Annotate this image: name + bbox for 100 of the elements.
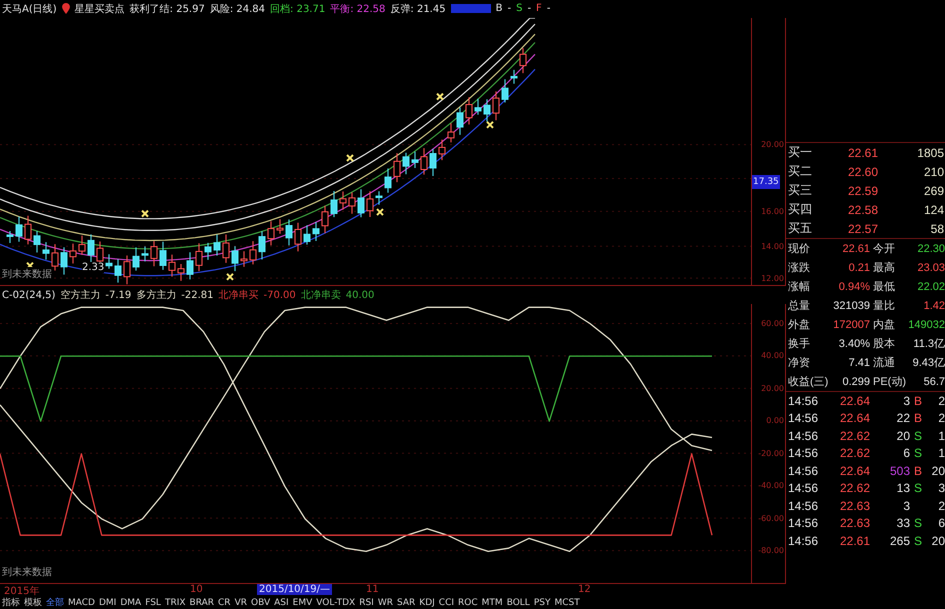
quote-label: 换手: [787, 337, 811, 351]
trade-count: 1: [937, 428, 945, 443]
quote-label: 今开: [872, 242, 896, 256]
legend-value: 40.00: [346, 290, 374, 301]
trade-price: 22.63: [838, 516, 870, 530]
signal-label: -: [507, 3, 512, 14]
indicator-tab[interactable]: BRAR: [190, 597, 214, 609]
chart-note: 到未来数据: [2, 267, 52, 282]
trade-price: 22.62: [838, 446, 870, 460]
x-marker-icon: [141, 210, 149, 218]
trade-count: 20: [930, 534, 945, 548]
indicator-tab[interactable]: SAR: [397, 597, 416, 609]
indicator-tab[interactable]: 指标: [2, 597, 20, 609]
indicator-tab[interactable]: TRIX: [164, 597, 186, 609]
indicator-tab[interactable]: 全部: [46, 597, 64, 609]
indicator-tab[interactable]: MACD: [68, 597, 95, 609]
quote-value: 11.3亿: [912, 337, 945, 351]
trade-volume: 13: [896, 481, 910, 496]
quote-label: 外盘: [787, 318, 811, 332]
trade-time: 14:56: [787, 516, 820, 530]
bid-price: 22.58: [846, 202, 878, 216]
trade-count: 2: [937, 394, 945, 408]
trade-time: 14:56: [787, 446, 820, 460]
price-axis-label: 17.35: [752, 174, 780, 189]
bid-volume: 1805: [916, 146, 945, 160]
chart-note: 到未来数据: [2, 565, 52, 580]
trade-price: 22.63: [838, 498, 870, 513]
price-axis-label: 12.00: [761, 272, 784, 285]
indicator-tab[interactable]: CR: [218, 597, 231, 609]
trade-count: 2: [937, 498, 945, 513]
quote-value: 56.7: [922, 376, 945, 388]
value-axis-label: -60.00: [758, 512, 784, 525]
legend-value: -70.00: [264, 290, 296, 301]
indicator-tab[interactable]: VOL-TDX: [316, 597, 356, 609]
indicator-value: 反弹: 21.45: [390, 2, 446, 16]
quote-value: 7.41: [848, 356, 870, 368]
value-axis-label: 20.00: [761, 382, 784, 395]
quote-label: 净资: [787, 356, 811, 370]
trade-side: B: [914, 464, 922, 478]
indicator-tab[interactable]: PSY: [534, 597, 550, 609]
quote-value: 0.299: [841, 376, 870, 388]
signal-label: -: [546, 3, 550, 14]
value-axis-label: -40.00: [758, 480, 784, 492]
quote-value: 321039: [832, 300, 870, 312]
indicator-tab[interactable]: DMA: [120, 597, 142, 609]
bid-price: 22.59: [846, 184, 878, 198]
price-axis-label: 16.00: [761, 206, 784, 218]
indicator-tab[interactable]: MTM: [482, 597, 503, 609]
trade-price: 22.61: [838, 534, 870, 548]
trade-time: 14:56: [787, 481, 820, 496]
low-price-label: 2.33: [82, 262, 104, 273]
trade-side: S: [914, 534, 922, 548]
value-axis-label: 60.00: [761, 318, 784, 330]
indicator-tab[interactable]: BOLL: [506, 597, 530, 609]
indicator-tab[interactable]: DMI: [98, 597, 116, 609]
date-label: 10: [190, 584, 203, 596]
indicator-tab[interactable]: 模板: [24, 597, 42, 609]
trade-time: 14:56: [787, 464, 820, 478]
trade-time: 14:56: [787, 534, 820, 548]
indicator-tab[interactable]: EMV: [292, 597, 312, 609]
trade-count: 20: [930, 464, 945, 478]
quote-label: 内盘: [872, 318, 896, 332]
indicator-tab[interactable]: CCI: [438, 597, 454, 609]
indicator-tab[interactable]: FSL: [145, 597, 161, 609]
indicator-tab[interactable]: RSI: [359, 597, 374, 609]
indicator-tab[interactable]: ASI: [274, 597, 289, 609]
quote-label: 收益(三): [787, 375, 830, 389]
indicator-tab[interactable]: MCST: [554, 597, 580, 609]
indicator-tab[interactable]: KDJ: [419, 597, 435, 609]
legend-label: 多方主力: [136, 288, 176, 302]
trade-volume: 20: [896, 428, 910, 443]
indicator-tab[interactable]: WR: [378, 597, 393, 609]
indicator-tab[interactable]: VR: [234, 597, 247, 609]
trade-count: 6: [937, 516, 945, 530]
legend-value: -22.81: [181, 290, 214, 301]
signal-label: F: [536, 3, 542, 14]
bid-label: 买四: [787, 201, 813, 218]
quote-value: 0.94%: [838, 280, 870, 292]
trade-count: 1: [937, 446, 945, 460]
indicator-name: 星星买卖点: [74, 2, 125, 16]
indicator-value: 风险: 24.84: [210, 2, 266, 16]
indicator-value: 获利了结: 25.97: [130, 2, 205, 16]
value-axis-label: 0.00: [766, 415, 784, 428]
quote-value: 23.03: [916, 262, 945, 274]
indicator-tab[interactable]: OBV: [250, 597, 270, 609]
indicator-tab[interactable]: ROC: [458, 597, 478, 609]
quote-value: 22.61: [841, 242, 870, 254]
value-axis-label: 40.00: [761, 350, 784, 362]
date-label: 11: [366, 584, 379, 596]
trade-volume: 3: [902, 498, 910, 513]
trade-price: 22.62: [838, 428, 870, 443]
bid-volume: 210: [922, 164, 945, 178]
trade-side: B: [914, 411, 922, 426]
trade-time: 14:56: [787, 498, 820, 513]
quote-label: 最低: [872, 280, 896, 294]
value-axis-label: -80.00: [758, 545, 784, 558]
quote-value: 22.02: [916, 280, 945, 292]
trade-side: S: [914, 481, 922, 496]
signal-label: B: [496, 3, 502, 14]
bid-price: 22.60: [846, 164, 878, 178]
